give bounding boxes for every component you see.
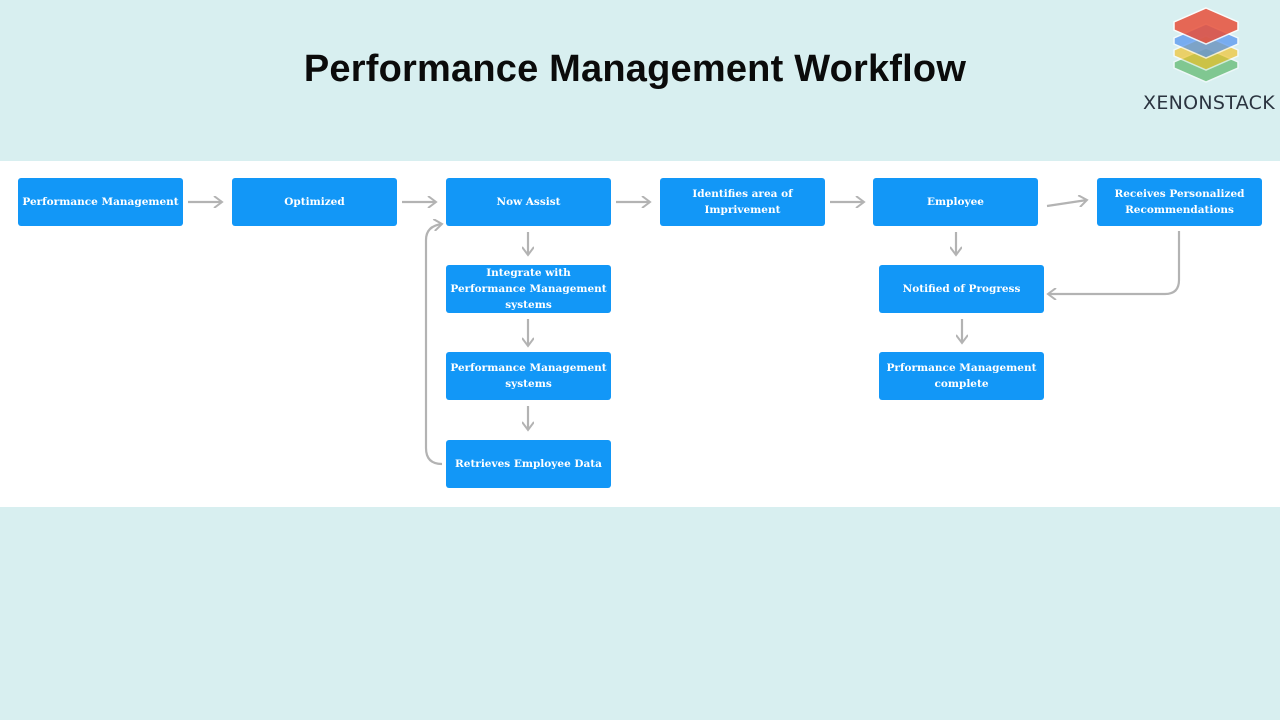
node-pm-complete[interactable]: Prformance Management complete (879, 352, 1044, 400)
node-optimized[interactable]: Optimized (232, 178, 397, 226)
node-now-assist[interactable]: Now Assist (446, 178, 611, 226)
node-pm-systems[interactable]: Performance Management systems (446, 352, 611, 400)
edge-retrieves-to-now-assist (424, 224, 442, 466)
edge-employee-to-receives (1046, 200, 1087, 206)
node-receives-recommendations[interactable]: Receives Personalized Recommendations (1097, 178, 1262, 226)
node-employee[interactable]: Employee (873, 178, 1038, 226)
edge-receives-to-notified (1048, 231, 1181, 294)
node-notified-progress[interactable]: Notified of Progress (879, 265, 1044, 313)
node-retrieves-data[interactable]: Retrieves Employee Data (446, 440, 611, 488)
node-identifies-area[interactable]: Identifies area of Imprivement (660, 178, 825, 226)
node-performance-management[interactable]: Performance Management (18, 178, 183, 226)
connectors-layer (188, 0, 1181, 466)
node-integrate-systems[interactable]: Integrate with Performance Management sy… (446, 265, 611, 313)
